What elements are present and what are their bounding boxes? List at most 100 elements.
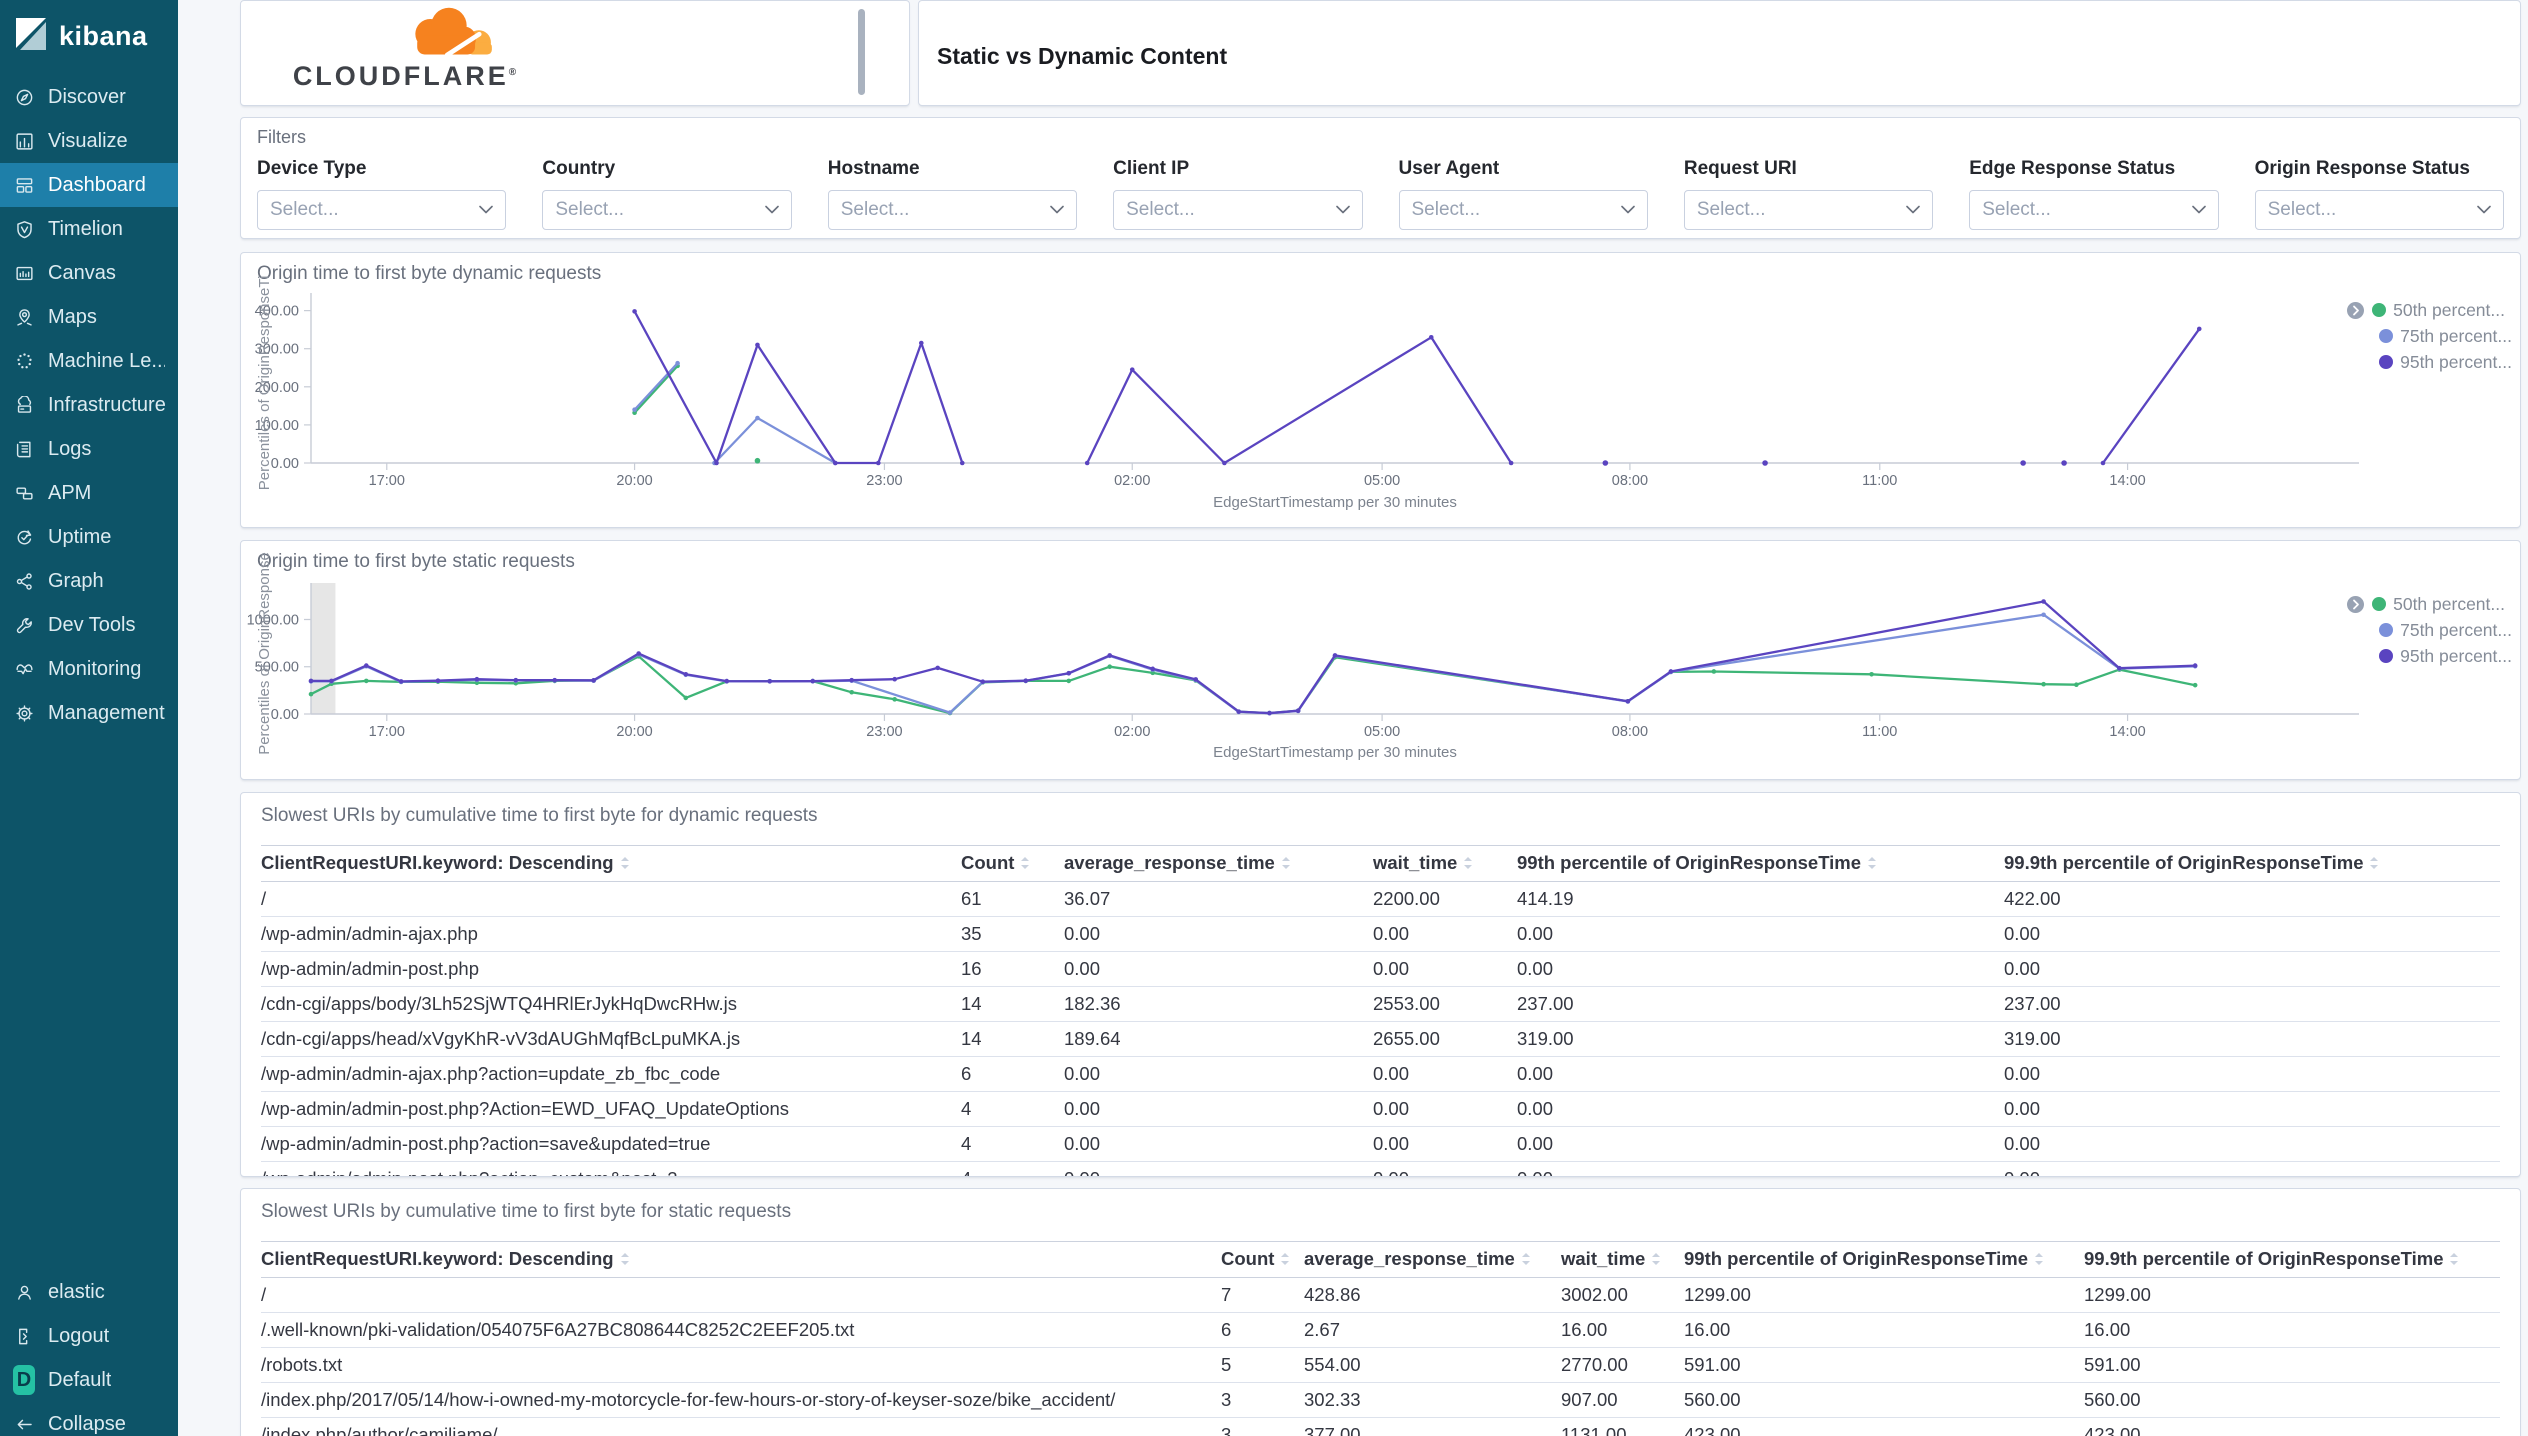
sidebar-item-apm[interactable]: APM xyxy=(0,471,178,515)
sort-icon[interactable] xyxy=(1521,1249,1531,1271)
table-row[interactable]: /wp-admin/admin-ajax.php?action=update_z… xyxy=(261,1056,2500,1092)
table-row[interactable]: /wp-admin/admin-post.php?Action=EWD_UFAQ… xyxy=(261,1091,2500,1127)
uri-cell: /index.php/2017/05/14/how-i-owned-my-mot… xyxy=(261,1382,1221,1418)
sidebar-item-timelion[interactable]: Timelion xyxy=(0,207,178,251)
kibana-app: kibana Discover Visualize Dashboard Timelio… xyxy=(0,0,2528,1436)
sidebar-item-collapse[interactable]: Collapse xyxy=(0,1402,178,1436)
legend-label: 75th percent... xyxy=(2400,619,2512,640)
column-header[interactable]: Count xyxy=(961,845,1064,882)
table-row[interactable]: /index.php/2017/05/14/how-i-owned-my-mot… xyxy=(261,1382,2500,1418)
table-row[interactable]: /index.php/author/camiliame/3 377.00 1131.… xyxy=(261,1417,2500,1436)
x-tick-label: 17:00 xyxy=(369,473,405,489)
sidebar-item-dev-tools[interactable]: Dev Tools xyxy=(0,603,178,647)
table-row[interactable]: /7 428.86 3002.00 1299.00 1299.00 xyxy=(261,1277,2500,1313)
sort-icon[interactable] xyxy=(2449,1249,2459,1271)
filter-label: Client IP xyxy=(1113,158,1190,179)
legend-item[interactable]: 50th percent... xyxy=(2346,591,2512,617)
sidebar-item-graph[interactable]: Graph xyxy=(0,559,178,603)
sidebar-item-discover[interactable]: Discover xyxy=(0,75,178,119)
filter-select[interactable]: Select... xyxy=(1113,190,1363,230)
sidebar-item-visualize[interactable]: Visualize xyxy=(0,119,178,163)
sort-icon[interactable] xyxy=(620,1249,630,1271)
sort-icon[interactable] xyxy=(1020,853,1030,875)
sidebar-item-logs[interactable]: Logs xyxy=(0,427,178,471)
column-header[interactable]: wait_time xyxy=(1373,845,1517,882)
column-header[interactable]: ClientRequestURI.keyword: Descending xyxy=(261,845,961,882)
sort-icon[interactable] xyxy=(1280,1249,1290,1271)
column-header[interactable]: average_response_time xyxy=(1064,845,1373,882)
legend-item[interactable]: 95th percent... xyxy=(2346,643,2512,669)
sidebar-item-dashboard[interactable]: Dashboard xyxy=(0,163,178,207)
x-tick-label: 23:00 xyxy=(866,473,902,489)
sidebar-item-user[interactable]: elastic xyxy=(0,1270,178,1314)
sidebar-item-infrastructure[interactable]: Infrastructure xyxy=(0,383,178,427)
table-row[interactable]: /cdn-cgi/apps/body/3Lh52SjWTQ4HRlErJykHq… xyxy=(261,986,2500,1022)
y-tick-label: 0.00 xyxy=(271,707,299,723)
sort-icon[interactable] xyxy=(1867,853,1877,875)
filter-select[interactable]: Select... xyxy=(1683,190,1934,230)
data-point xyxy=(398,679,404,684)
filter-select[interactable]: Select... xyxy=(542,190,792,230)
data-point xyxy=(329,678,334,684)
column-header[interactable]: ClientRequestURI.keyword: Descending xyxy=(261,1241,1221,1278)
static-requests-chart-panel: Origin time to first byte static request… xyxy=(240,540,2521,780)
value-cell: 554.00 xyxy=(1304,1347,1561,1383)
sort-icon[interactable] xyxy=(1463,853,1473,875)
filter-select[interactable]: Select... xyxy=(827,190,1078,230)
column-header[interactable]: 99th percentile of OriginResponseTime xyxy=(1684,1241,2084,1278)
table-row[interactable]: /wp-admin/admin-post.php?action=custom&p… xyxy=(261,1161,2500,1176)
table-row[interactable]: /cdn-cgi/apps/head/xVgyKhR-vV3dAUGhMqfBc… xyxy=(261,1021,2500,1057)
column-header[interactable]: 99.9th percentile of OriginResponseTime xyxy=(2084,1241,2500,1278)
legend-item[interactable]: 75th percent... xyxy=(2346,617,2512,643)
legend-toggle-icon[interactable] xyxy=(2346,301,2365,320)
sidebar-item-logout[interactable]: Logout xyxy=(0,1314,178,1358)
data-point xyxy=(1066,670,1072,676)
sort-icon[interactable] xyxy=(1651,1249,1661,1271)
filter-select[interactable]: Select... xyxy=(1398,190,1648,230)
legend-item[interactable]: 50th percent... xyxy=(2346,297,2512,323)
value-cell: 2770.00 xyxy=(1561,1347,1684,1383)
filter-select[interactable]: Select... xyxy=(257,190,507,230)
value-cell: 907.00 xyxy=(1561,1382,1684,1418)
sort-icon[interactable] xyxy=(2034,1249,2044,1271)
data-point xyxy=(363,663,369,668)
column-header[interactable]: 99.9th percentile of OriginResponseTime xyxy=(2004,845,2500,882)
filter-select[interactable]: Select... xyxy=(1969,190,2219,230)
table-row[interactable]: /wp-admin/admin-post.php 16 0.00 0.00 0.00 0.… xyxy=(261,951,2500,987)
sidebar-item-machine-learning[interactable]: Machine Le... xyxy=(0,339,178,383)
static-requests-line-chart[interactable]: 1000.00500.000.0017:00 20:00 23:00 02:00 05:… xyxy=(241,541,2520,779)
uri-cell: /wp-admin/admin-post.php?Action=EWD_UFAQ… xyxy=(261,1091,961,1127)
table-row[interactable]: /wp-admin/admin-ajax.php 35 0.00 0.00 0.00 0.… xyxy=(261,916,2500,952)
sort-icon[interactable] xyxy=(620,853,630,875)
legend-item[interactable]: 95th percent... xyxy=(2346,349,2512,375)
sidebar-item-management[interactable]: Management xyxy=(0,691,178,735)
data-point xyxy=(636,651,641,656)
column-header[interactable]: Count xyxy=(1221,1241,1304,1278)
filter-request-uri: Request URI Select... xyxy=(1683,158,1934,230)
table-row[interactable]: /61 36.07 2200.00 414.19 422.00 xyxy=(261,881,2500,917)
sort-icon[interactable] xyxy=(2369,853,2379,875)
table-row[interactable]: /wp-admin/admin-post.php?action=save&upd… xyxy=(261,1126,2500,1162)
column-header-label: 99th percentile of OriginResponseTime xyxy=(1684,1248,2029,1269)
data-point xyxy=(1129,367,1135,372)
column-header[interactable]: average_response_time xyxy=(1304,1241,1561,1278)
data-point xyxy=(947,710,953,715)
kibana-logo[interactable]: kibana xyxy=(0,0,178,75)
table-row[interactable]: /.well-known/pki-validation/054075F6A27B… xyxy=(261,1312,2500,1348)
y-axis-label: Percentiles of OriginResponse xyxy=(256,552,273,755)
column-header[interactable]: 99th percentile of OriginResponseTime xyxy=(1517,845,2004,882)
table-row[interactable]: /robots.txt 5 554.00 2770.00 591.00 591.00 xyxy=(261,1347,2500,1383)
column-header[interactable]: wait_time xyxy=(1561,1241,1684,1278)
legend-item[interactable]: 75th percent... xyxy=(2346,323,2512,349)
data-table: ClientRequestURI.keyword: Descending Coun… xyxy=(261,845,2500,1176)
sidebar-item-monitoring[interactable]: Monitoring xyxy=(0,647,178,691)
sidebar-item-maps[interactable]: Maps xyxy=(0,295,178,339)
sidebar-item-canvas[interactable]: Canvas xyxy=(0,251,178,295)
sidebar-item-default-space[interactable]: D Default xyxy=(0,1358,178,1402)
legend-toggle-icon[interactable] xyxy=(2346,595,2365,614)
sidebar-item-uptime[interactable]: Uptime xyxy=(0,515,178,559)
sort-icon[interactable] xyxy=(1281,853,1291,875)
scrollbar-thumb[interactable] xyxy=(858,9,865,95)
dynamic-requests-line-chart[interactable]: 400.00300.00200.00100.000.0017:00 20:00 23… xyxy=(241,253,2520,527)
filter-select[interactable]: Select... xyxy=(2254,190,2504,230)
